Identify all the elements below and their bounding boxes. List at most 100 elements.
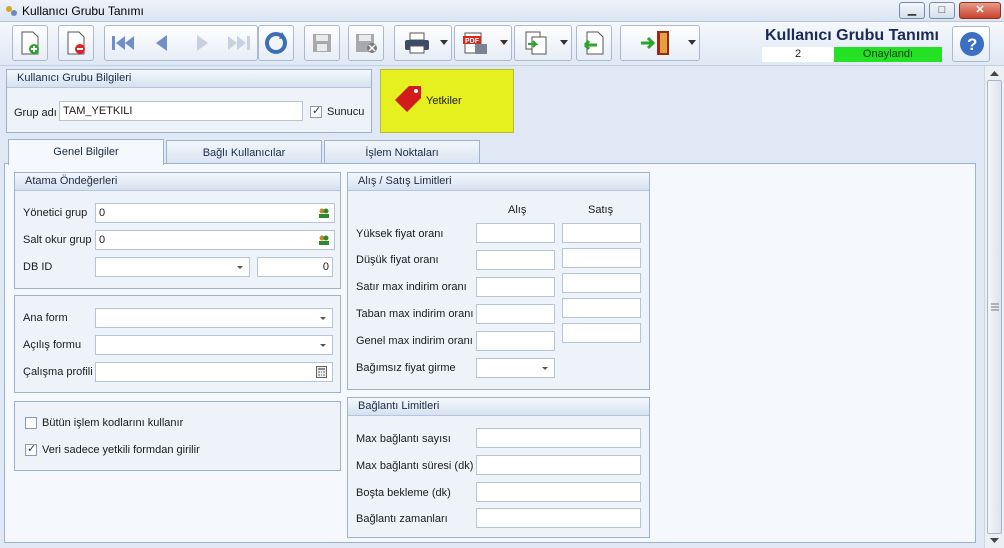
tab-general[interactable]: Genel Bilgiler xyxy=(8,139,164,165)
connection-row-label: Max bağlantı sayısı xyxy=(356,433,451,445)
page-title: Kullanıcı Grubu Tanımı xyxy=(765,27,939,44)
title-bar: Kullanıcı Grubu Tanımı ▁ □ ✕ xyxy=(0,0,1004,22)
refresh-icon xyxy=(265,32,287,54)
status-badge: Onaylandı xyxy=(834,47,942,62)
chevron-down-icon xyxy=(320,317,326,320)
idle-wait-input[interactable] xyxy=(476,482,641,502)
authorized-only-checkbox[interactable] xyxy=(25,442,37,456)
permissions-button[interactable]: Yetkiler xyxy=(380,69,514,133)
cancel-save-button[interactable] xyxy=(348,25,384,61)
delete-document-icon xyxy=(67,31,85,55)
tab-linked-users[interactable]: Bağlı Kullanıcılar xyxy=(166,140,322,164)
scroll-down-icon[interactable] xyxy=(990,538,999,544)
defaults-panel: Atama Öndeğerleri Yönetici grup 0 Salt o… xyxy=(14,172,341,289)
exit-button[interactable] xyxy=(620,25,700,61)
db-id-label: DB ID xyxy=(23,261,53,273)
connection-limits-title: Bağlantı Limitleri xyxy=(348,398,649,416)
limit-row-label: Taban max indirim oranı xyxy=(356,308,474,320)
permissions-label: Yetkiler xyxy=(426,95,462,107)
limit-buy-input[interactable] xyxy=(476,223,555,243)
limit-buy-input[interactable] xyxy=(476,304,555,324)
independent-price-select[interactable] xyxy=(476,358,555,378)
pdf-export-button[interactable]: PDF xyxy=(454,25,512,61)
limit-row-label: Genel max indirim oranı xyxy=(356,335,473,347)
vertical-scrollbar[interactable] xyxy=(984,66,1004,548)
tag-icon xyxy=(395,86,421,112)
db-number-input[interactable]: 0 xyxy=(257,257,333,277)
group-picker-icon[interactable] xyxy=(318,234,330,246)
last-record-icon[interactable] xyxy=(226,33,252,53)
maximize-button[interactable]: □ xyxy=(929,2,955,19)
cancel-save-icon xyxy=(356,34,377,53)
pdf-export-icon: PDF xyxy=(463,32,487,54)
limit-buy-input[interactable] xyxy=(476,250,555,270)
svg-text:PDF: PDF xyxy=(465,38,480,45)
app-icon xyxy=(6,6,17,16)
opening-form-label: Açılış formu xyxy=(23,339,82,351)
work-profile-input[interactable] xyxy=(95,362,333,382)
authorized-only-label: Veri sadece yetkili formdan girilir xyxy=(42,444,200,456)
group-name-input[interactable]: TAM_YETKILI xyxy=(59,101,303,121)
opening-form-select[interactable] xyxy=(95,335,333,355)
import-icon xyxy=(583,31,604,55)
group-picker-icon[interactable] xyxy=(318,207,330,219)
limit-buy-input[interactable] xyxy=(476,277,555,297)
limit-buy-input[interactable] xyxy=(476,331,555,351)
readonly-group-value: 0 xyxy=(99,234,106,246)
connection-times-input[interactable] xyxy=(476,508,641,528)
import-button[interactable] xyxy=(576,25,612,61)
connection-row-label: Bağlantı zamanları xyxy=(356,513,448,525)
next-record-icon[interactable] xyxy=(192,33,212,53)
limit-row-label: Satır max indirim oranı xyxy=(356,281,467,293)
buy-column-header: Alış xyxy=(508,204,527,216)
new-document-icon xyxy=(21,31,39,55)
minimize-button[interactable]: ▁ xyxy=(899,2,925,19)
sell-column-header: Satış xyxy=(588,204,614,216)
close-button[interactable]: ✕ xyxy=(959,2,1001,19)
connection-row-label: Boşta bekleme (dk) xyxy=(356,487,451,499)
defaults-title: Atama Öndeğerleri xyxy=(15,173,340,191)
calculator-icon[interactable] xyxy=(316,366,327,378)
readonly-group-label: Salt okur grup xyxy=(23,234,92,246)
work-profile-label: Çalışma profili xyxy=(23,366,93,378)
tab-operation-points[interactable]: İşlem Noktaları xyxy=(324,140,480,164)
limit-sell-input[interactable] xyxy=(562,323,641,343)
server-checkbox[interactable] xyxy=(310,104,322,118)
max-connection-time-input[interactable] xyxy=(476,455,641,475)
previous-record-icon[interactable] xyxy=(152,33,172,53)
price-limits-panel: Alış / Satış Limitleri Alış Satış Yüksek… xyxy=(347,172,650,390)
new-button[interactable] xyxy=(12,25,48,61)
chevron-down-icon xyxy=(542,367,548,370)
limit-sell-input[interactable] xyxy=(562,273,641,293)
group-info-panel: Kullanıcı Grubu Bilgileri Grup adı TAM_Y… xyxy=(6,69,372,133)
print-button[interactable] xyxy=(394,25,452,61)
manager-group-value: 0 xyxy=(99,207,106,219)
exit-door-icon xyxy=(641,31,669,55)
window-title: Kullanıcı Grubu Tanımı xyxy=(22,4,144,18)
help-button[interactable]: ? xyxy=(952,26,990,62)
options-panel: Bütün işlem kodlarını kullanır Veri sade… xyxy=(14,401,341,471)
scroll-thumb[interactable] xyxy=(987,80,1002,534)
delete-button[interactable] xyxy=(58,25,94,61)
all-codes-checkbox[interactable] xyxy=(25,417,37,429)
db-id-select[interactable] xyxy=(95,257,250,277)
main-form-select[interactable] xyxy=(95,308,333,328)
help-icon: ? xyxy=(960,32,984,56)
save-button[interactable] xyxy=(304,25,340,61)
save-icon xyxy=(313,34,331,52)
main-form-label: Ana form xyxy=(23,312,68,324)
manager-group-input[interactable]: 0 xyxy=(95,203,335,223)
chevron-down-icon xyxy=(320,344,326,347)
max-connections-input[interactable] xyxy=(476,428,641,448)
independent-price-label: Bağımsız fiyat girme xyxy=(356,362,456,374)
copy-button[interactable] xyxy=(514,25,572,61)
limit-sell-input[interactable] xyxy=(562,248,641,268)
first-record-icon[interactable] xyxy=(110,33,136,53)
scroll-up-icon[interactable] xyxy=(990,70,999,76)
group-name-label: Grup adı xyxy=(14,107,57,119)
all-codes-label: Bütün işlem kodlarını kullanır xyxy=(42,417,184,429)
limit-sell-input[interactable] xyxy=(562,223,641,243)
refresh-button[interactable] xyxy=(258,25,294,61)
readonly-group-input[interactable]: 0 xyxy=(95,230,335,250)
limit-sell-input[interactable] xyxy=(562,298,641,318)
